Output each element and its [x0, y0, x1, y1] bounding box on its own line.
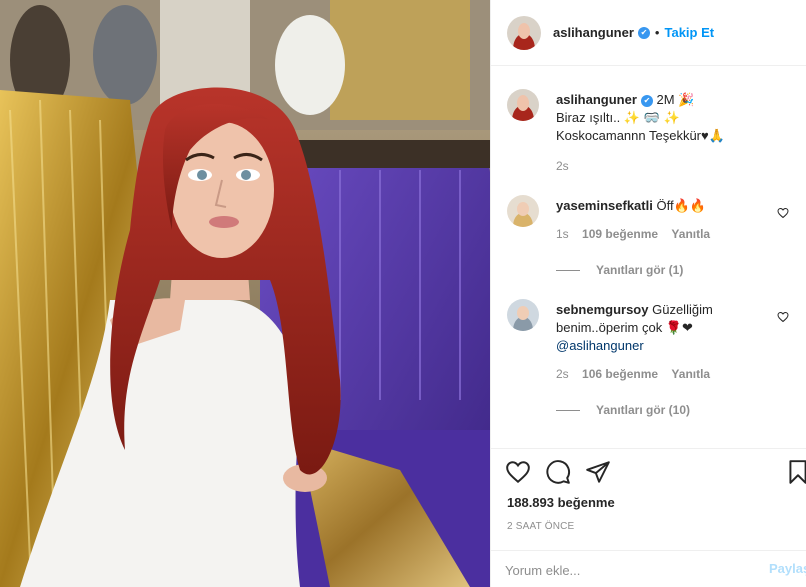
caption: aslihanguner ✔ 2M 🎉 Biraz ışıltı.. ✨ 🥽 ✨ … [507, 89, 797, 179]
post-header: aslihanguner ✔ • Takip Et [491, 0, 806, 66]
comment-time[interactable]: 1s [556, 227, 569, 241]
likes-count[interactable]: 188.893 beğenme [507, 495, 615, 510]
comment-text: sebnemgursoy Güzelliğim benim..öperim ço… [556, 301, 791, 355]
separator-dot: • [654, 25, 660, 40]
paper-plane-icon[interactable] [585, 459, 611, 485]
commenter-avatar[interactable] [507, 195, 539, 227]
comment-username[interactable]: yaseminsefkatli [556, 198, 653, 213]
post-actions: 188.893 beğenme 2 SAAT ÖNCE Paylaş [491, 448, 806, 587]
heart-outline-icon[interactable] [777, 207, 789, 219]
view-replies-label: Yanıtları gör (10) [596, 403, 691, 417]
comment-item: sebnemgursoy Güzelliğim benim..öperim ço… [507, 299, 797, 409]
view-replies-label: Yanıtları gör (1) [596, 263, 684, 277]
post-details-panel: aslihanguner ✔ • Takip Et aslihanguner ✔ … [490, 0, 806, 587]
replies-divider [556, 269, 580, 271]
comment-time[interactable]: 2s [556, 367, 569, 381]
bookmark-icon[interactable] [785, 459, 806, 485]
post-image [0, 0, 490, 587]
verified-badge-icon: ✔ [637, 26, 650, 39]
post-comment-button[interactable]: Paylaş [769, 561, 806, 576]
heart-outline-icon[interactable] [505, 459, 531, 485]
comment-likes[interactable]: 106 beğenme [582, 367, 658, 381]
reply-button[interactable]: Yanıtla [671, 367, 710, 381]
post-photo[interactable] [0, 0, 490, 587]
verified-badge-icon: ✔ [640, 94, 653, 107]
comment-input[interactable] [505, 560, 735, 580]
post-time[interactable]: 2 SAAT ÖNCE [507, 521, 574, 532]
caption-username[interactable]: aslihanguner [556, 92, 637, 107]
add-comment-bar: Paylaş [491, 550, 806, 587]
comment-content: Öff🔥🔥 [656, 198, 706, 213]
caption-text: aslihanguner ✔ 2M 🎉 Biraz ışıltı.. ✨ 🥽 ✨ … [556, 91, 791, 145]
caption-line-1: 2M 🎉 [656, 92, 695, 107]
comment-username[interactable]: sebnemgursoy [556, 302, 648, 317]
comments-list[interactable]: aslihanguner ✔ 2M 🎉 Biraz ışıltı.. ✨ 🥽 ✨ … [491, 67, 806, 447]
reply-button[interactable]: Yanıtla [671, 227, 710, 241]
caption-meta: 2s [556, 157, 791, 175]
view-replies-button[interactable]: Yanıtları gör (1) [556, 263, 683, 277]
comment-meta: 2s 106 beğenme Yanıtla [556, 365, 791, 383]
caption-time: 2s [556, 159, 569, 173]
commenter-avatar[interactable] [507, 299, 539, 331]
comment-text: yaseminsefkatli Öff🔥🔥 [556, 197, 791, 215]
comment-meta: 1s 109 beğenme Yanıtla [556, 225, 791, 243]
comment-bubble-icon[interactable] [545, 459, 571, 485]
author-avatar[interactable] [507, 15, 541, 50]
replies-divider [556, 409, 580, 411]
caption-avatar[interactable] [507, 89, 539, 121]
caption-line-3: Koskocamannn Teşekkür♥🙏 [556, 128, 725, 143]
author-username[interactable]: aslihanguner [553, 25, 634, 40]
heart-outline-icon[interactable] [777, 311, 789, 323]
follow-button[interactable]: Takip Et [664, 25, 714, 40]
caption-line-2: Biraz ışıltı.. ✨ 🥽 ✨ [556, 110, 680, 125]
comment-likes[interactable]: 109 beğenme [582, 227, 658, 241]
view-replies-button[interactable]: Yanıtları gör (10) [556, 403, 690, 417]
comment-mention[interactable]: @aslihanguner [556, 338, 644, 353]
action-icons [505, 459, 806, 487]
